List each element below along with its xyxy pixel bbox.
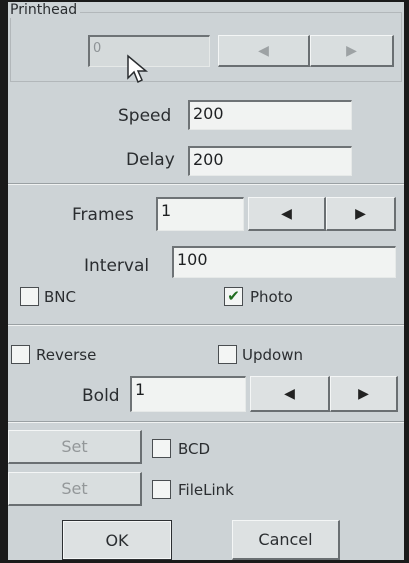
mouse-cursor-icon — [127, 54, 149, 84]
frames-right-button[interactable]: ▶ — [326, 197, 396, 231]
delay-input[interactable]: 200 — [188, 146, 352, 176]
set-bcd-button[interactable]: Set — [8, 430, 142, 464]
photo-label: Photo — [250, 288, 293, 306]
filelink-checkbox[interactable] — [152, 480, 171, 499]
bnc-label: BNC — [44, 288, 76, 306]
ok-button[interactable]: OK — [62, 520, 172, 560]
arrow-right-icon: ▶ — [358, 385, 369, 402]
bold-input[interactable]: 1 — [130, 376, 246, 412]
checkmark-icon: ✔ — [227, 287, 240, 305]
separator — [8, 324, 404, 326]
printhead-right-button[interactable]: ▶ — [310, 35, 394, 67]
bold-left-button[interactable]: ◀ — [250, 376, 330, 412]
cancel-button[interactable]: Cancel — [232, 520, 340, 560]
filelink-label: FileLink — [178, 481, 234, 499]
separator — [8, 421, 404, 423]
bcd-label: BCD — [178, 440, 211, 458]
arrow-left-icon: ◀ — [281, 205, 292, 222]
bold-label: Bold — [82, 386, 120, 406]
speed-label: Speed — [118, 106, 172, 126]
frames-left-button[interactable]: ◀ — [248, 197, 326, 231]
interval-input[interactable]: 100 — [172, 246, 396, 278]
arrow-right-icon: ▶ — [346, 42, 357, 59]
printhead-left-button[interactable]: ◀ — [218, 35, 310, 67]
arrow-right-icon: ▶ — [355, 205, 366, 222]
set-filelink-button[interactable]: Set — [8, 472, 142, 506]
bold-right-button[interactable]: ▶ — [330, 376, 398, 412]
printhead-group-label: Printhead — [10, 2, 81, 18]
arrow-left-icon: ◀ — [258, 42, 269, 59]
frames-label: Frames — [72, 205, 134, 225]
settings-panel: Printhead 0 ◀ ▶ Speed 200 Delay 200 Fram… — [8, 2, 404, 560]
interval-label: Interval — [84, 256, 150, 276]
speed-input[interactable]: 200 — [188, 100, 352, 130]
bcd-checkbox[interactable] — [152, 439, 171, 458]
frames-input[interactable]: 1 — [156, 197, 244, 231]
bnc-checkbox[interactable] — [20, 287, 39, 306]
updown-label: Updown — [242, 346, 303, 364]
reverse-checkbox[interactable] — [11, 345, 30, 364]
arrow-left-icon: ◀ — [284, 385, 295, 402]
reverse-label: Reverse — [36, 346, 97, 364]
delay-label: Delay — [126, 150, 175, 170]
photo-checkbox[interactable]: ✔ — [224, 287, 243, 306]
updown-checkbox[interactable] — [218, 345, 237, 364]
separator — [8, 183, 404, 185]
